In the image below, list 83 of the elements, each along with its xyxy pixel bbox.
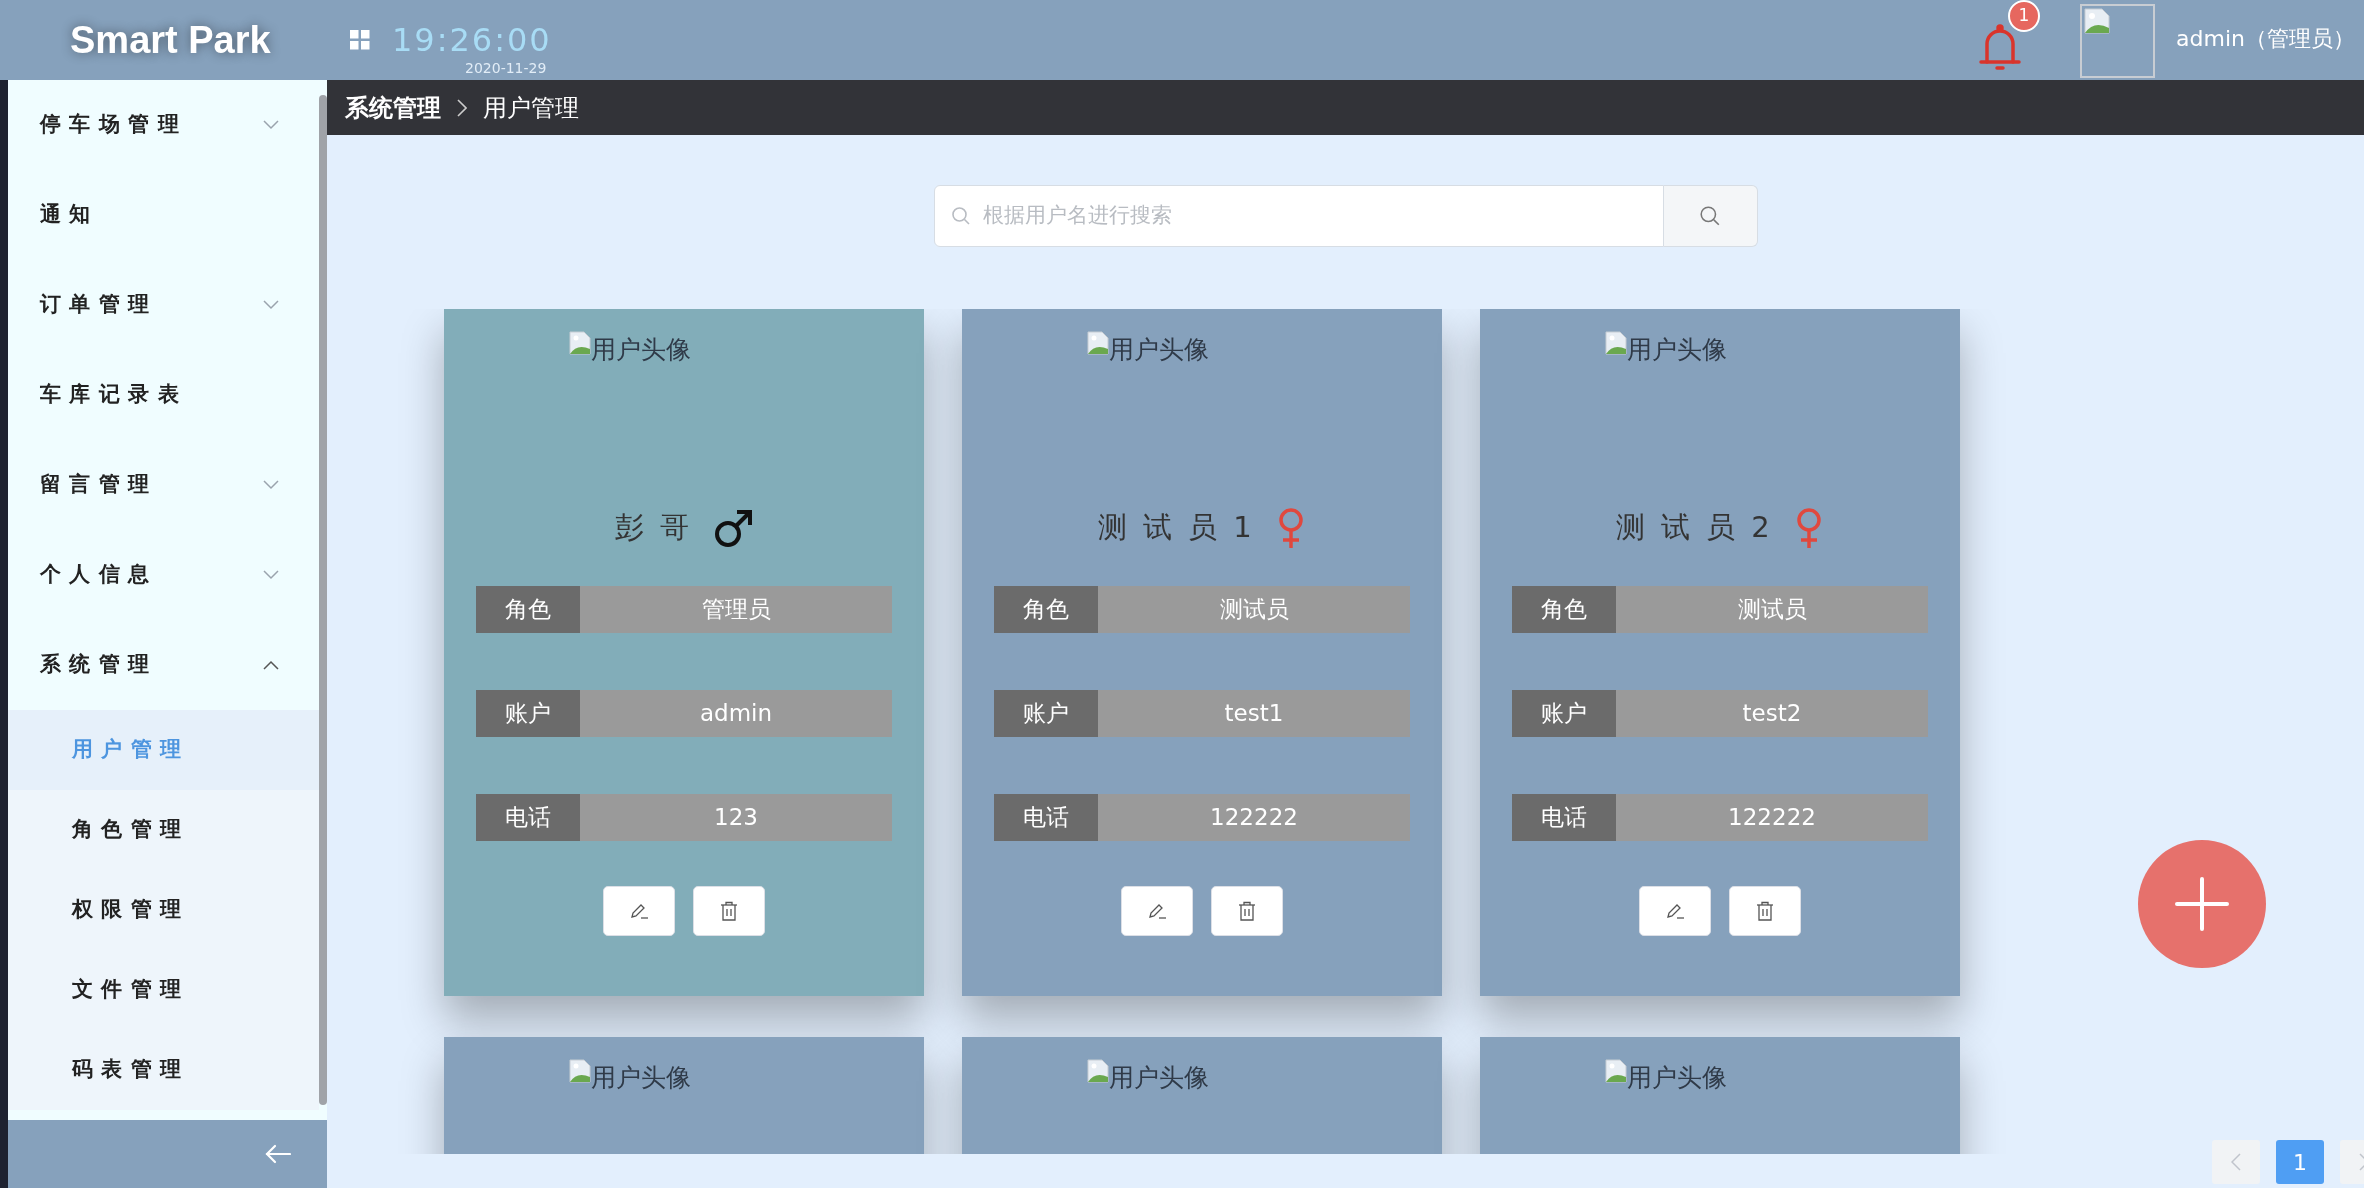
delete-button[interactable] (1211, 886, 1283, 936)
menu-item[interactable]: 个人信息 (8, 530, 319, 620)
broken-image-icon (569, 331, 591, 355)
field-label: 账户 (476, 690, 580, 737)
broken-image-icon (1087, 331, 1109, 355)
field-label: 账户 (1512, 690, 1616, 737)
image-alt-text: 用户头像 (1627, 334, 1727, 366)
edit-button[interactable] (1639, 886, 1711, 936)
menu-item[interactable]: 留言管理 (8, 440, 319, 530)
menu-item[interactable]: 停车场管理 (8, 80, 319, 170)
user-name: 测试员2 (1616, 508, 1786, 546)
field-value: admin (580, 690, 892, 737)
broken-image-icon (1087, 1059, 1109, 1083)
user-name: 测试员1 (1098, 508, 1268, 546)
field-label: 角色 (994, 586, 1098, 633)
field-label: 电话 (1512, 794, 1616, 841)
field-label: 账户 (994, 690, 1098, 737)
avatar-placeholder[interactable] (2080, 4, 2155, 78)
menu-item[interactable]: 通知 (8, 170, 319, 260)
broken-image-icon (1605, 331, 1627, 355)
arrow-left-icon[interactable] (265, 1144, 291, 1164)
chevron-down-icon[interactable] (263, 120, 279, 130)
field-label: 电话 (994, 794, 1098, 841)
search-button[interactable] (1663, 185, 1758, 247)
chevron-down-icon[interactable] (263, 480, 279, 490)
previous-page-button[interactable] (2212, 1140, 2260, 1184)
field-value: 122222 (1616, 794, 1928, 841)
image-alt-text: 用户头像 (591, 334, 691, 366)
plus-icon (2175, 877, 2229, 931)
chevron-left-icon (2231, 1153, 2241, 1171)
edit-button[interactable] (603, 886, 675, 936)
field-value: 测试员 (1616, 586, 1928, 633)
chevron-up-icon[interactable] (263, 660, 279, 670)
menu-item[interactable]: 订单管理 (8, 260, 319, 350)
delete-button[interactable] (693, 886, 765, 936)
notification-count: 1 (2008, 0, 2040, 32)
field-label: 角色 (1512, 586, 1616, 633)
submenu-item[interactable]: 文件管理 (8, 950, 319, 1030)
chevron-right-icon (457, 98, 467, 117)
field-value: test2 (1616, 690, 1928, 737)
image-alt-text: 用户头像 (591, 1062, 691, 1094)
pencil-icon (629, 902, 649, 920)
field-label: 角色 (476, 586, 580, 633)
search-input[interactable]: 根据用户名进行搜索 (980, 199, 1663, 233)
breadcrumb-item: 用户管理 (483, 92, 579, 124)
trash-icon (720, 901, 738, 921)
app-logo: Smart Park (70, 17, 272, 63)
field-value: 123 (580, 794, 892, 841)
breadcrumb-item[interactable]: 系统管理 (345, 89, 441, 126)
field-value: 122222 (1098, 794, 1410, 841)
male-symbol-icon (712, 509, 753, 549)
submenu-item[interactable]: 角色管理 (8, 790, 319, 870)
submenu-item[interactable]: 权限管理 (8, 870, 319, 950)
clock-date: 2020-11-29 (465, 60, 547, 77)
clock-time: 19:26:00 (392, 20, 552, 61)
user-name: 彭哥 (615, 508, 705, 546)
delete-button[interactable] (1729, 886, 1801, 936)
edit-button[interactable] (1121, 886, 1193, 936)
menu-item[interactable]: 系统管理 (8, 620, 319, 710)
field-value: 管理员 (580, 586, 892, 633)
search-icon (950, 206, 971, 226)
pencil-icon (1147, 902, 1167, 920)
image-alt-text: 用户头像 (1109, 1062, 1209, 1094)
scrollbar[interactable] (319, 95, 327, 1105)
broken-image-icon (2084, 8, 2110, 34)
broken-image-icon (569, 1059, 591, 1083)
field-value: 测试员 (1098, 586, 1410, 633)
image-alt-text: 用户头像 (1109, 334, 1209, 366)
submenu-item[interactable]: 码表管理 (8, 1030, 319, 1110)
menu-item[interactable]: 车库记录表 (8, 350, 319, 440)
chevron-down-icon[interactable] (263, 570, 279, 580)
broken-image-icon (1605, 1059, 1627, 1083)
trash-icon (1756, 901, 1774, 921)
search-icon (1699, 205, 1721, 227)
bell-icon[interactable] (1978, 22, 2022, 72)
search-field[interactable]: 根据用户名进行搜索 (933, 185, 1664, 247)
trash-icon (1238, 901, 1256, 921)
chevron-down-icon[interactable] (263, 300, 279, 310)
field-label: 电话 (476, 794, 580, 841)
image-alt-text: 用户头像 (1627, 1062, 1727, 1094)
pencil-icon (1665, 902, 1685, 920)
field-value: test1 (1098, 690, 1410, 737)
grid-icon[interactable] (350, 30, 370, 50)
